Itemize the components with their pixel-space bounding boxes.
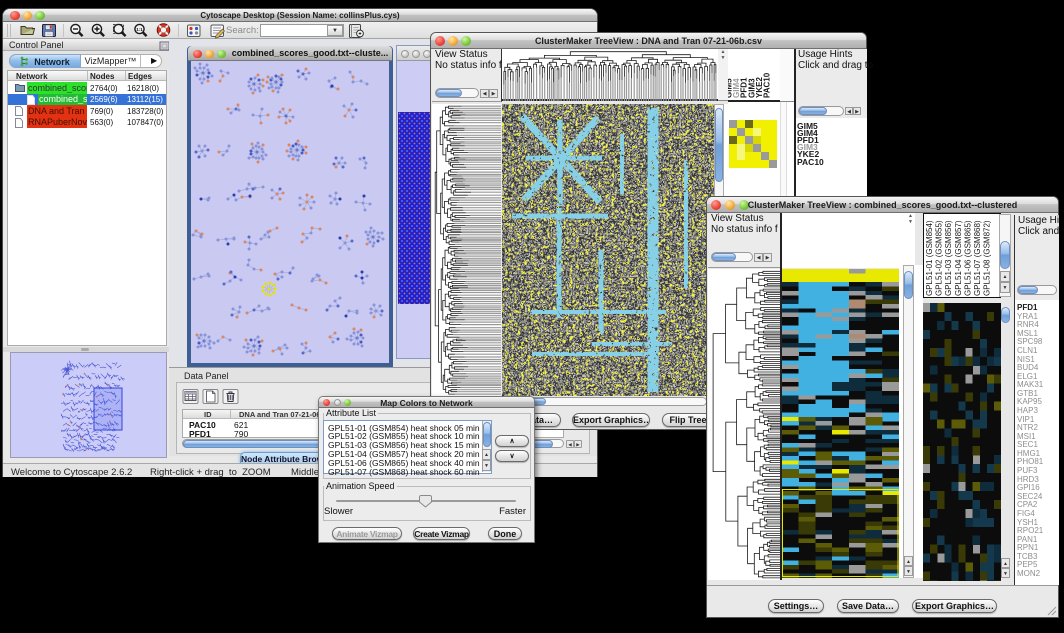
svg-text:GPL51-03 (GSM856): GPL51-03 (GSM856) bbox=[944, 220, 953, 296]
svg-text:GPL51-01 (GSM854): GPL51-01 (GSM854) bbox=[925, 220, 934, 296]
svg-text:GPL51-08 (GSM872): GPL51-08 (GSM872) bbox=[983, 220, 992, 296]
svg-text:GPL51-06 (GSM865): GPL51-06 (GSM865) bbox=[963, 220, 972, 296]
svg-text:1:1: 1:1 bbox=[136, 27, 143, 32]
svg-text:GPL51-02 (GSM855): GPL51-02 (GSM855) bbox=[935, 220, 944, 296]
svg-text:PAC10: PAC10 bbox=[763, 72, 772, 98]
svg-text:GPL51-07 (GSM868): GPL51-07 (GSM868) bbox=[973, 220, 982, 296]
svg-text:GPL51-04 (GSM857): GPL51-04 (GSM857) bbox=[954, 220, 963, 296]
